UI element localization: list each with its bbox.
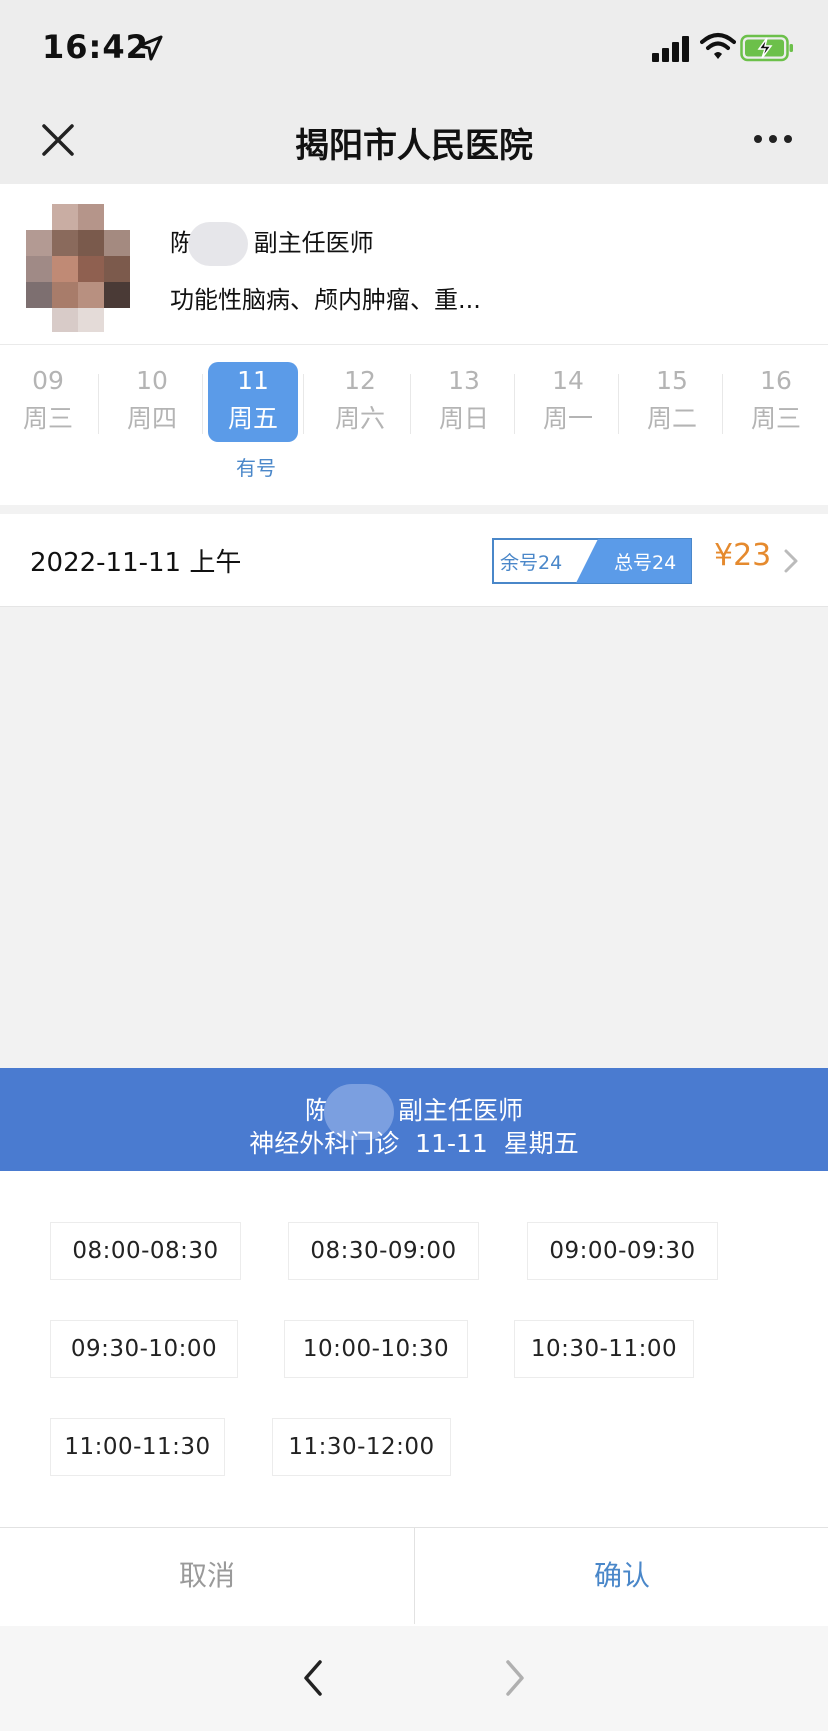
date-day: 14: [552, 366, 584, 395]
date-weekday: 周二: [646, 404, 697, 433]
date-divider: [202, 374, 203, 434]
date-divider: [410, 374, 411, 434]
date-tab[interactable]: 09 周三: [3, 362, 93, 442]
date-tab[interactable]: 15 周二: [627, 362, 717, 442]
session-price: ¥23: [714, 538, 772, 573]
status-time: 16:42: [42, 28, 149, 66]
signal-icon: [652, 36, 689, 62]
doctor-avatar: [26, 204, 130, 332]
date-weekday: 周三: [750, 404, 801, 433]
chevron-right-icon: [784, 549, 798, 573]
doctor-title: 副主任医师: [253, 229, 374, 257]
date-weekday: 周一: [542, 404, 593, 433]
date-tab[interactable]: 16 周三: [731, 362, 821, 442]
back-icon[interactable]: [296, 1656, 330, 1700]
date-divider: [618, 374, 619, 434]
quota-total: 总号24: [614, 552, 677, 574]
session-date: 2022-11-11 上午: [30, 548, 242, 578]
time-slot-button[interactable]: 08:30-09:00: [288, 1222, 479, 1280]
date-weekday: 周六: [334, 404, 385, 433]
date-day: 10: [136, 366, 168, 395]
sheet-dept-line: 神经外科门诊 11-11 星期五: [249, 1129, 579, 1158]
time-slot-button[interactable]: 09:30-10:00: [50, 1320, 238, 1378]
date-weekday: 周五: [227, 404, 278, 433]
date-day: 16: [760, 366, 792, 395]
battery-charging-icon: [740, 34, 793, 62]
time-slot-button[interactable]: 10:30-11:00: [514, 1320, 694, 1378]
date-weekday: 周四: [126, 404, 177, 433]
date-day: 13: [448, 366, 480, 395]
date-tab[interactable]: 10 周四: [107, 362, 197, 442]
date-divider: [514, 374, 515, 434]
bottom-nav-bar: [0, 1626, 828, 1731]
date-divider: [303, 374, 304, 434]
date-weekday: 周日: [438, 404, 489, 433]
time-slot-button[interactable]: 11:00-11:30: [50, 1418, 225, 1476]
doctor-name: 陈 副主任医师: [170, 222, 374, 266]
sheet-doctor-title: 副主任医师: [397, 1096, 523, 1125]
date-weekday: 周三: [22, 404, 73, 433]
availability-label: 有号: [236, 456, 276, 480]
date-divider: [722, 374, 723, 434]
more-icon[interactable]: [752, 124, 794, 154]
date-tab[interactable]: 12 周六: [315, 362, 405, 442]
date-tab[interactable]: 11 周五: [208, 362, 298, 442]
time-slot-button[interactable]: 08:00-08:30: [50, 1222, 241, 1280]
date-tab[interactable]: 14 周一: [523, 362, 613, 442]
doctor-specialty: 功能性脑病、颅内肿瘤、重...: [170, 286, 481, 314]
name-redaction: [188, 222, 248, 266]
time-slot-button[interactable]: 11:30-12:00: [272, 1418, 451, 1476]
page-title: 揭阳市人民医院: [295, 126, 533, 166]
date-day: 09: [32, 366, 64, 395]
date-divider: [98, 374, 99, 434]
quota-remaining: 余号24: [500, 552, 563, 574]
date-day: 12: [344, 366, 376, 395]
time-slot-button[interactable]: 10:00-10:30: [284, 1320, 468, 1378]
date-day: 11: [237, 366, 269, 395]
forward-icon[interactable]: [498, 1656, 532, 1700]
cancel-button[interactable]: 取消: [0, 1528, 414, 1624]
time-slot-button[interactable]: 09:00-09:30: [527, 1222, 718, 1280]
location-arrow-icon: [137, 35, 163, 61]
confirm-button[interactable]: 确认: [414, 1528, 828, 1624]
date-tab[interactable]: 13 周日: [419, 362, 509, 442]
date-day: 15: [656, 366, 688, 395]
wifi-icon: [700, 33, 736, 59]
